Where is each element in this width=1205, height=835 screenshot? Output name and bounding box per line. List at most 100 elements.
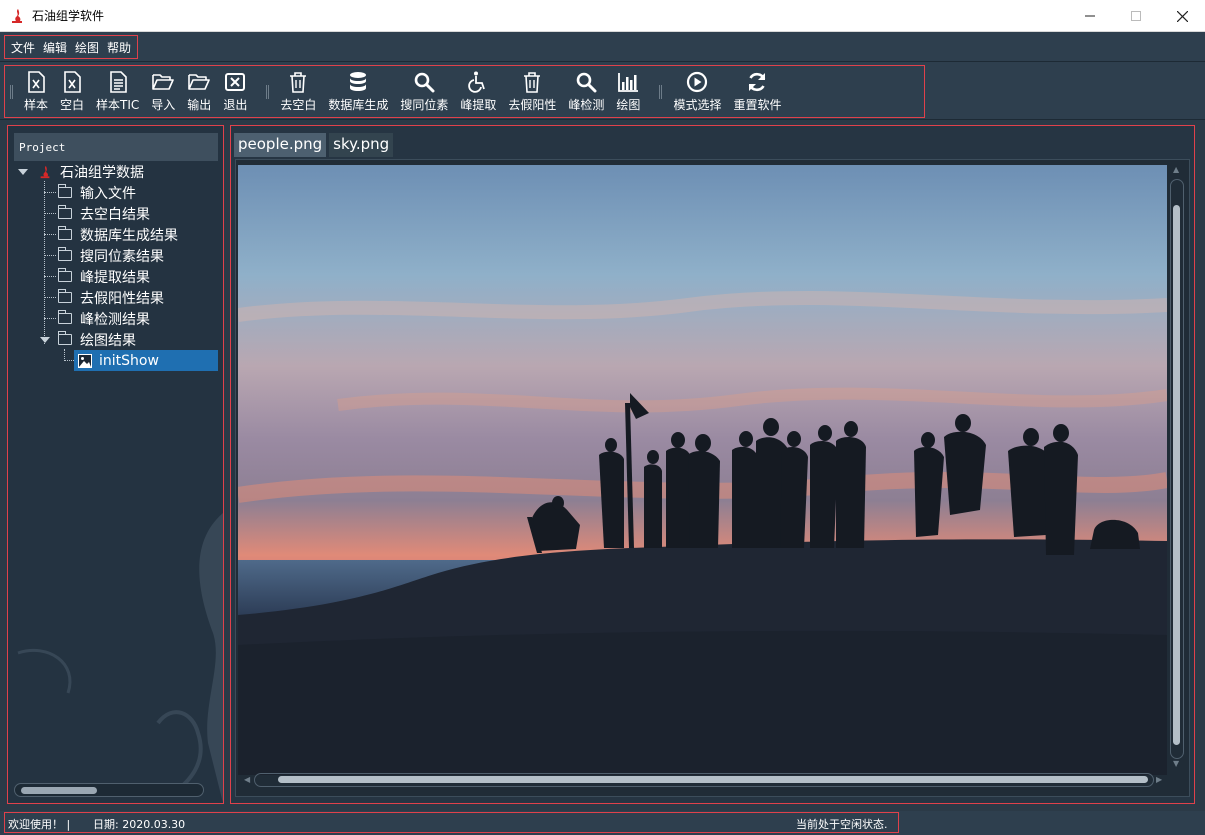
scroll-down-icon[interactable]: ▼ — [1173, 759, 1179, 768]
tab-people[interactable]: people.png — [234, 133, 327, 157]
document-icon — [109, 70, 127, 93]
sample-tic-button[interactable]: 样本TIC — [90, 68, 145, 116]
export-label: 输出 — [187, 97, 212, 112]
tree-root[interactable]: 石油组学数据 — [18, 161, 144, 182]
project-header: Project — [14, 133, 218, 161]
vertical-scrollbar[interactable]: ▲ ▼ — [1170, 165, 1184, 768]
maximize-button[interactable] — [1113, 0, 1159, 32]
menu-file[interactable]: 文件 — [7, 39, 39, 56]
remove-blank-button[interactable]: 去空白 — [274, 68, 322, 116]
trash-icon — [290, 71, 307, 93]
exit-button[interactable]: 退出 — [217, 68, 253, 116]
tree-folder-label: 搜同位素结果 — [80, 248, 164, 265]
window-title: 石油组学软件 — [32, 9, 105, 23]
export-button[interactable]: 输出 — [181, 68, 217, 116]
tab-sky[interactable]: sky.png — [329, 133, 394, 157]
mode-select-button[interactable]: 模式选择 — [667, 68, 727, 116]
toolbar-grip[interactable] — [266, 84, 270, 99]
close-box-icon — [225, 72, 246, 91]
sample-label: 样本 — [24, 97, 49, 112]
folder-icon — [58, 268, 72, 282]
peak-extract-button[interactable]: 峰提取 — [454, 68, 502, 116]
displayed-image — [238, 165, 1167, 775]
mode-select-label: 模式选择 — [673, 97, 722, 112]
menu-plot[interactable]: 绘图 — [71, 39, 103, 56]
remove-blank-label: 去空白 — [280, 97, 317, 112]
refresh-icon — [749, 72, 766, 91]
plot-button[interactable]: 绘图 — [610, 68, 646, 116]
project-horizontal-scrollbar[interactable] — [14, 783, 204, 797]
toolbar-group: 样本 空白 样本TIC 导入 输出 退出 去空白 数据库生成 搜同位素 峰提取 … — [4, 65, 925, 118]
exit-label: 退出 — [223, 97, 248, 112]
vertical-scrollbar-thumb[interactable] — [1173, 205, 1180, 745]
toolbar-grip[interactable] — [10, 84, 13, 99]
isotope-search-label: 搜同位素 — [400, 97, 449, 112]
blank-label: 空白 — [60, 97, 85, 112]
remove-false-positive-button[interactable]: 去假阳性 — [502, 68, 562, 116]
tree-folder-isotope[interactable]: 搜同位素结果 — [58, 245, 164, 266]
peak-extract-label: 峰提取 — [460, 97, 497, 112]
tree-folder-remove-blank[interactable]: 去空白结果 — [58, 203, 150, 224]
scroll-up-icon[interactable]: ▲ — [1173, 165, 1179, 174]
folder-icon — [58, 226, 72, 240]
isotope-search-button[interactable]: 搜同位素 — [394, 68, 454, 116]
tree-folder-input[interactable]: 输入文件 — [58, 182, 136, 203]
import-label: 导入 — [151, 97, 176, 112]
expand-arrow-icon[interactable] — [40, 336, 50, 343]
menu-group: 文件 编辑 绘图 帮助 — [4, 35, 139, 59]
folder-icon — [58, 184, 72, 198]
horizontal-scrollbar[interactable]: ◀ ▶ — [244, 773, 1164, 787]
image-file-icon — [78, 353, 92, 368]
minimize-icon — [1085, 15, 1095, 17]
folder-icon — [58, 247, 72, 261]
tree-folder-peak-extract[interactable]: 峰提取结果 — [58, 266, 150, 287]
import-button[interactable]: 导入 — [145, 68, 181, 116]
toolbar-grip[interactable] — [659, 84, 663, 99]
plot-label: 绘图 — [616, 97, 641, 112]
scroll-left-icon[interactable]: ◀ — [244, 775, 250, 784]
menu-edit[interactable]: 编辑 — [39, 39, 71, 56]
sample-button[interactable]: 样本 — [18, 68, 54, 116]
status-state: 当前处于空闲状态. — [796, 818, 888, 831]
tree-folder-label: 去空白结果 — [80, 206, 150, 223]
scroll-right-icon[interactable]: ▶ — [1156, 775, 1162, 784]
bar-chart-icon — [618, 72, 639, 92]
search-icon — [415, 72, 435, 92]
tree-folder-peak-detect[interactable]: 峰检测结果 — [58, 308, 150, 329]
folder-icon — [58, 205, 72, 219]
folder-icon — [58, 331, 72, 345]
scrollbar-thumb[interactable] — [21, 787, 97, 794]
background-illustration — [17, 513, 223, 803]
title-bar: 石油组学软件 — [0, 0, 1205, 32]
close-icon — [1176, 10, 1188, 22]
database-icon — [350, 71, 367, 91]
image-viewport: ▲ ▼ ◀ ▶ — [235, 159, 1190, 797]
sunset-photo — [238, 165, 1167, 775]
tree-folder-false-positive[interactable]: 去假阳性结果 — [58, 287, 164, 308]
status-welcome: 欢迎使用！ | — [8, 818, 71, 831]
menu-help[interactable]: 帮助 — [103, 39, 135, 56]
blank-button[interactable]: 空白 — [54, 68, 90, 116]
tree-folder-plot[interactable]: 绘图结果 — [40, 329, 136, 350]
expand-arrow-icon[interactable] — [18, 168, 28, 175]
tree-folder-label: 绘图结果 — [80, 332, 136, 349]
status-bar: 欢迎使用！ | 日期: 2020.03.30 当前处于空闲状态. — [0, 811, 1205, 835]
close-button[interactable] — [1159, 0, 1205, 32]
tree-folder-label: 去假阳性结果 — [80, 290, 164, 307]
peak-detect-button[interactable]: 峰检测 — [562, 68, 610, 116]
excel-file-icon — [28, 70, 45, 93]
database-generate-button[interactable]: 数据库生成 — [322, 68, 394, 116]
folder-open-icon — [188, 73, 211, 90]
horizontal-scrollbar-thumb[interactable] — [278, 776, 1148, 783]
folder-icon — [58, 289, 72, 303]
reset-software-label: 重置软件 — [733, 97, 782, 112]
play-circle-icon — [687, 71, 708, 92]
tree-folder-label: 峰检测结果 — [80, 311, 150, 328]
app-logo-icon — [12, 8, 22, 23]
tree-folder-database[interactable]: 数据库生成结果 — [58, 224, 178, 245]
sample-tic-label: 样本TIC — [96, 97, 140, 112]
minimize-button[interactable] — [1067, 0, 1113, 32]
tree-root-label: 石油组学数据 — [60, 164, 144, 181]
reset-software-button[interactable]: 重置软件 — [727, 68, 787, 116]
tree-item-initshow[interactable]: initShow — [74, 350, 218, 371]
